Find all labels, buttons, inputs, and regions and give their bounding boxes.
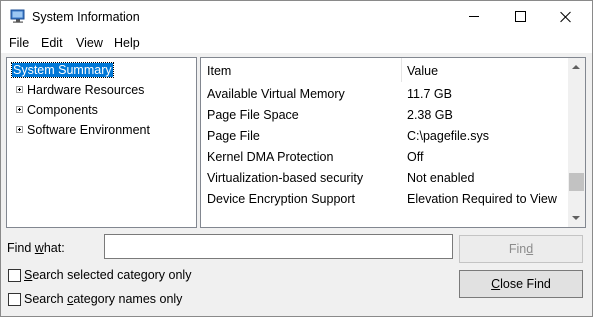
find-what-input[interactable] (104, 234, 453, 259)
minimize-icon (469, 16, 479, 17)
column-header-value[interactable]: Value (407, 64, 438, 78)
scroll-up-icon[interactable] (572, 65, 580, 69)
scroll-thumb[interactable] (569, 173, 584, 191)
tree-item-label: System Summary (11, 62, 114, 78)
window-title: System Information (32, 10, 140, 24)
details-list[interactable]: Item Value Available Virtual Memory 11.7… (200, 57, 586, 228)
option-text: ategory names only (73, 292, 183, 306)
tree-item-label: Components (27, 103, 98, 117)
maximize-button[interactable] (497, 1, 543, 32)
row-value: Off (407, 150, 424, 164)
table-row[interactable]: Page File Space 2.38 GB (201, 105, 567, 126)
close-icon (560, 11, 572, 23)
category-tree[interactable]: System Summary Hardware Resources Compon… (6, 57, 197, 228)
maximize-icon (514, 11, 526, 22)
table-row[interactable]: Kernel DMA Protection Off (201, 147, 567, 168)
row-item: Kernel DMA Protection (207, 150, 334, 164)
button-hotkey: d (526, 242, 534, 256)
close-find-button[interactable]: Close Find (459, 270, 583, 298)
system-information-app-icon (10, 9, 25, 23)
button-text: lose Find (500, 277, 551, 291)
row-value: 2.38 GB (407, 108, 453, 122)
menu-file[interactable]: File (9, 36, 29, 50)
label-text: Find (7, 241, 35, 255)
row-item: Virtualization-based security (207, 171, 364, 185)
search-category-names-checkbox[interactable] (8, 292, 21, 306)
table-row[interactable]: Virtualization-based security Not enable… (201, 168, 567, 189)
row-item: Page File Space (207, 108, 299, 122)
search-selected-category-checkbox[interactable] (8, 268, 21, 282)
search-selected-category-option[interactable]: Search selected category only (8, 267, 191, 283)
row-value: 11.7 GB (407, 87, 452, 101)
row-value: Not enabled (407, 171, 475, 185)
tree-item-system-summary[interactable]: System Summary (11, 61, 114, 79)
minimize-button[interactable] (451, 1, 497, 32)
row-value: C:\pagefile.sys (407, 129, 489, 143)
table-row[interactable]: Available Virtual Memory 11.7 GB (201, 84, 567, 105)
button-text: Fin (508, 242, 527, 256)
tree-item-label: Software Environment (27, 123, 150, 137)
title-bar[interactable]: System Information (1, 1, 592, 32)
label-text: hat: (43, 241, 65, 255)
menu-help[interactable]: Help (114, 36, 140, 50)
menu-bar: File Edit View Help (1, 32, 592, 53)
menu-view[interactable]: View (76, 36, 103, 50)
option-label: Search category names only (24, 292, 182, 306)
expand-icon[interactable] (16, 106, 23, 113)
tree-item-label: Hardware Resources (27, 83, 145, 97)
find-button[interactable]: Fin d (459, 235, 583, 263)
column-header-item[interactable]: Item (207, 64, 231, 78)
column-divider[interactable] (401, 58, 402, 82)
vertical-scrollbar[interactable] (568, 58, 585, 227)
row-item: Page File (207, 129, 260, 143)
close-button[interactable] (543, 1, 589, 32)
expand-icon[interactable] (16, 126, 23, 133)
row-item: Device Encryption Support (207, 192, 355, 206)
list-header: Item Value (201, 58, 567, 84)
menu-edit[interactable]: Edit (41, 36, 63, 50)
search-category-names-option[interactable]: Search category names only (8, 291, 182, 307)
scroll-down-icon[interactable] (572, 216, 580, 220)
row-item: Available Virtual Memory (207, 87, 345, 101)
option-text: Search (24, 292, 68, 306)
row-value: Elevation Required to View (407, 192, 557, 206)
find-what-label: Find what: (7, 241, 65, 255)
table-row[interactable]: Page File C:\pagefile.sys (201, 126, 567, 147)
table-row[interactable]: Device Encryption Support Elevation Requ… (201, 189, 567, 210)
expand-icon[interactable] (16, 86, 23, 93)
button-hotkey: C (491, 277, 501, 291)
option-text: earch selected category only (32, 268, 192, 282)
label-hotkey: w (34, 241, 44, 255)
option-label: Search selected category only (24, 268, 191, 282)
system-information-window: System Information File Edit View Help S… (0, 0, 593, 317)
